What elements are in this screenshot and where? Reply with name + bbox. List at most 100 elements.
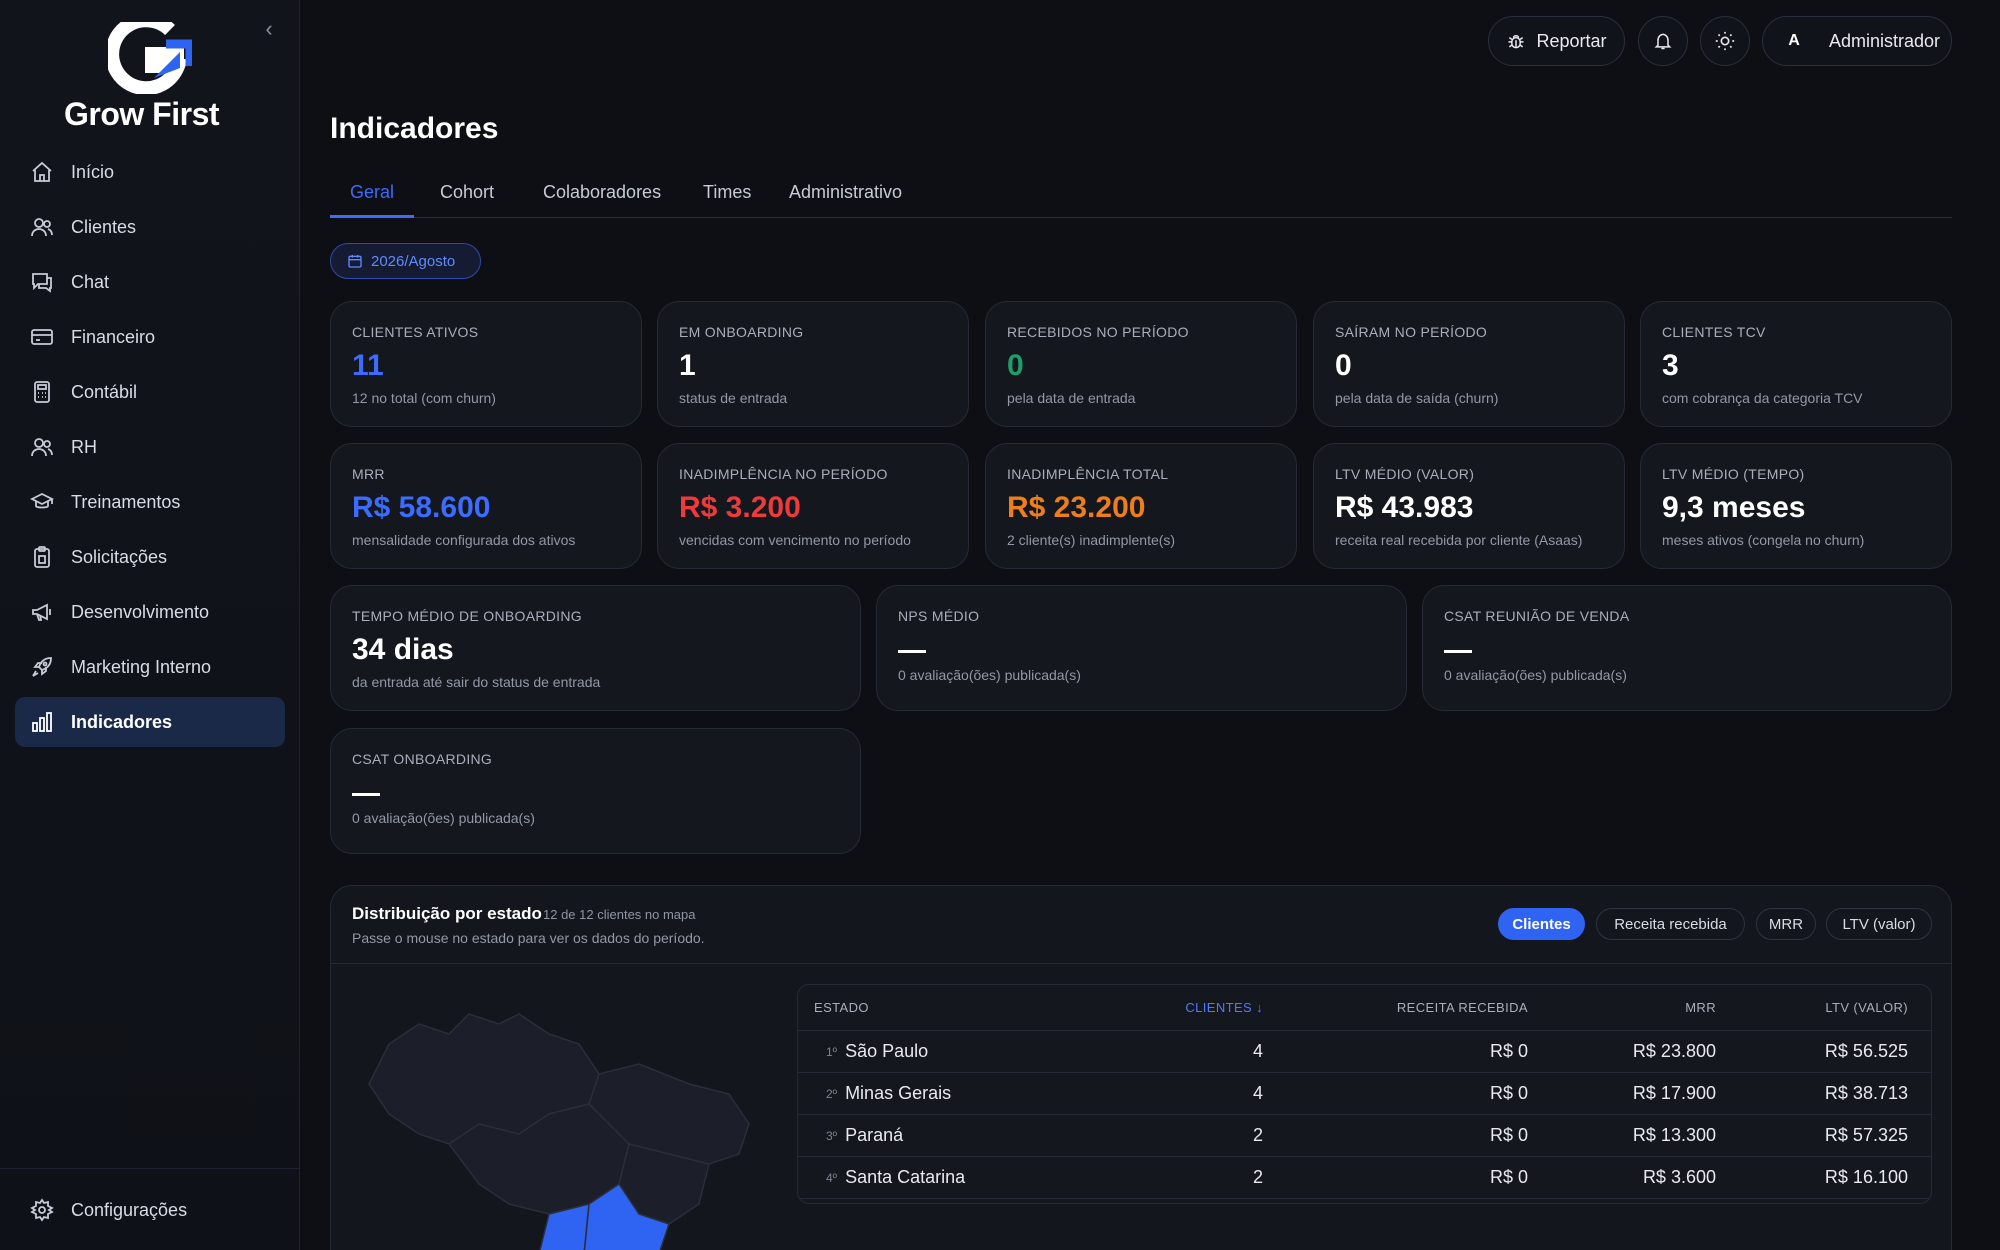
tab-colaboradores[interactable]: Colaboradores bbox=[523, 178, 681, 218]
tab-administrativo[interactable]: Administrativo bbox=[769, 178, 922, 218]
sidebar-item-label: Contábil bbox=[71, 381, 138, 402]
kpi-card-csat-onboarding: CSAT ONBOARDING 0 avaliação(ões) publica… bbox=[330, 728, 861, 854]
table-row[interactable]: 4º Santa Catarina 2 R$ 0 R$ 3.600 R$ 16.1… bbox=[798, 1157, 1931, 1199]
rank-label: 2º bbox=[826, 1086, 838, 1101]
sidebar-item-solicitacoes[interactable]: Solicitações bbox=[15, 532, 285, 582]
clientes-cell: 4 bbox=[1252, 1041, 1263, 1061]
calculator-icon bbox=[29, 379, 55, 405]
sidebar-item-clientes[interactable]: Clientes bbox=[15, 202, 285, 252]
kpi-subtitle: 12 no total (com churn) bbox=[352, 390, 496, 406]
brand-logo[interactable]: Grow First bbox=[60, 22, 240, 132]
sidebar-item-rh[interactable]: RH bbox=[15, 422, 285, 472]
kpi-value: 9,3 meses bbox=[1662, 491, 1806, 524]
sidebar-item-indicadores[interactable]: Indicadores bbox=[15, 697, 285, 747]
kpi-label: RECEBIDOS NO PERÍODO bbox=[1007, 324, 1189, 340]
metric-toggle-ltv[interactable]: LTV (valor) bbox=[1826, 908, 1932, 940]
kpi-label: CSAT REUNIÃO DE VENDA bbox=[1444, 608, 1630, 624]
graduation-cap-icon bbox=[29, 489, 55, 515]
kpi-card-ltv-tempo: LTV MÉDIO (TEMPO) 9,3 meses meses ativos… bbox=[1640, 443, 1952, 569]
report-button[interactable]: Reportar bbox=[1488, 16, 1625, 66]
sidebar-divider bbox=[0, 1168, 300, 1169]
growfirst-logo-icon bbox=[108, 22, 192, 94]
notifications-button[interactable] bbox=[1638, 16, 1688, 66]
kpi-label: CLIENTES ATIVOS bbox=[352, 324, 479, 340]
brazil-map[interactable] bbox=[349, 984, 789, 1250]
sidebar-item-configuracoes[interactable]: Configurações bbox=[15, 1185, 285, 1235]
kpi-value: 34 dias bbox=[352, 633, 454, 666]
rocket-icon bbox=[29, 654, 55, 680]
bell-icon bbox=[1653, 31, 1673, 51]
metric-toggle-clientes[interactable]: Clientes bbox=[1498, 908, 1585, 940]
tab-cohort[interactable]: Cohort bbox=[420, 178, 514, 218]
metric-toggle-receita[interactable]: Receita recebida bbox=[1596, 908, 1745, 940]
page-title: Indicadores bbox=[330, 112, 499, 145]
kpi-label: TEMPO MÉDIO DE ONBOARDING bbox=[352, 608, 582, 624]
panel-header: Distribuição por estado 12 de 12 cliente… bbox=[331, 886, 1951, 964]
kpi-label: MRR bbox=[352, 466, 385, 482]
brand-name: Grow First bbox=[64, 96, 220, 132]
sidebar-item-treinamentos[interactable]: Treinamentos bbox=[15, 477, 285, 527]
users-icon bbox=[29, 214, 55, 240]
kpi-subtitle: pela data de saída (churn) bbox=[1335, 390, 1499, 406]
sidebar-item-label: Treinamentos bbox=[71, 491, 181, 512]
ltv-cell: R$ 57.325 bbox=[1824, 1125, 1908, 1145]
tab-geral[interactable]: Geral bbox=[330, 178, 415, 218]
kpi-value: R$ 3.200 bbox=[679, 491, 801, 524]
empty-value-dash bbox=[898, 650, 926, 653]
col-receita[interactable]: RECEITA RECEBIDA bbox=[1298, 985, 1528, 1030]
collapse-sidebar-icon[interactable]: ‹ bbox=[258, 18, 280, 40]
sidebar-item-inicio[interactable]: Início bbox=[15, 147, 285, 197]
kpi-card-ltv-valor: LTV MÉDIO (VALOR) R$ 43.983 receita real… bbox=[1313, 443, 1625, 569]
sidebar-item-label: Configurações bbox=[71, 1199, 188, 1220]
sidebar-item-marketing-interno[interactable]: Marketing Interno bbox=[15, 642, 285, 692]
table-row[interactable]: 2º Minas Gerais 4 R$ 0 R$ 17.900 R$ 38.71… bbox=[798, 1073, 1931, 1115]
period-selector[interactable]: 2026/Agosto bbox=[330, 243, 481, 279]
mrr-cell: R$ 23.800 bbox=[1632, 1041, 1716, 1061]
sidebar: ‹ Grow First Início Clientes Chat Financ… bbox=[0, 0, 300, 1250]
receita-cell: R$ 0 bbox=[1489, 1041, 1528, 1061]
table-header: ESTADO CLIENTES ↓ RECEITA RECEBIDA MRR L… bbox=[798, 985, 1931, 1031]
kpi-card-inadimplencia-periodo: INADIMPLÊNCIA NO PERÍODO R$ 3.200 vencid… bbox=[657, 443, 969, 569]
tab-times[interactable]: Times bbox=[683, 178, 771, 218]
col-mrr[interactable]: MRR bbox=[1558, 985, 1716, 1030]
ltv-cell: R$ 16.100 bbox=[1824, 1167, 1908, 1187]
clientes-cell: 2 bbox=[1252, 1167, 1263, 1187]
kpi-card-clientes-ativos: CLIENTES ATIVOS 11 12 no total (com chur… bbox=[330, 301, 642, 427]
kpi-value: R$ 58.600 bbox=[352, 491, 491, 524]
kpi-card-tempo-onboarding: TEMPO MÉDIO DE ONBOARDING 34 dias da ent… bbox=[330, 585, 861, 711]
kpi-subtitle: 2 cliente(s) inadimplente(s) bbox=[1007, 532, 1176, 548]
kpi-value: R$ 23.200 bbox=[1007, 491, 1146, 524]
mrr-cell: R$ 3.600 bbox=[1642, 1167, 1716, 1187]
sidebar-item-chat[interactable]: Chat bbox=[15, 257, 285, 307]
rank-label: 3º bbox=[826, 1128, 838, 1143]
sidebar-item-desenvolvimento[interactable]: Desenvolvimento bbox=[15, 587, 285, 637]
kpi-label: LTV MÉDIO (TEMPO) bbox=[1662, 466, 1805, 482]
sidebar-item-label: Solicitações bbox=[71, 546, 168, 567]
table-row[interactable]: 3º Paraná 2 R$ 0 R$ 13.300 R$ 57.325 bbox=[798, 1115, 1931, 1157]
kpi-label: INADIMPLÊNCIA TOTAL bbox=[1007, 466, 1169, 482]
metric-toggle-mrr[interactable]: MRR bbox=[1756, 908, 1816, 940]
ltv-cell: R$ 56.525 bbox=[1824, 1041, 1908, 1061]
kpi-subtitle: mensalidade configurada dos ativos bbox=[352, 532, 576, 548]
people-icon bbox=[29, 434, 55, 460]
user-menu-button[interactable]: A Administrador bbox=[1762, 16, 1952, 66]
col-clientes[interactable]: CLIENTES ↓ bbox=[1098, 985, 1263, 1030]
kpi-subtitle: da entrada até sair do status de entrada bbox=[352, 674, 601, 690]
col-estado[interactable]: ESTADO bbox=[814, 985, 1014, 1030]
calendar-icon bbox=[347, 253, 363, 269]
clipboard-icon bbox=[29, 544, 55, 570]
sidebar-item-financeiro[interactable]: Financeiro bbox=[15, 312, 285, 362]
state-cell: 3º Paraná bbox=[826, 1115, 1126, 1156]
theme-toggle-button[interactable] bbox=[1700, 16, 1750, 66]
kpi-card-inadimplencia-total: INADIMPLÊNCIA TOTAL R$ 23.200 2 cliente(… bbox=[985, 443, 1297, 569]
state-distribution-panel: Distribuição por estado 12 de 12 cliente… bbox=[330, 885, 1952, 1250]
kpi-subtitle: receita real recebida por cliente (Asaas… bbox=[1335, 532, 1583, 548]
table-row[interactable]: 1º São Paulo 4 R$ 0 R$ 23.800 R$ 56.525 bbox=[798, 1031, 1931, 1073]
kpi-subtitle: com cobrança da categoria TCV bbox=[1662, 390, 1863, 406]
sidebar-item-contabil[interactable]: Contábil bbox=[15, 367, 285, 417]
kpi-card-em-onboarding: EM ONBOARDING 1 status de entrada bbox=[657, 301, 969, 427]
sidebar-item-label: Clientes bbox=[71, 216, 137, 237]
period-label: 2026/Agosto bbox=[371, 252, 456, 270]
kpi-subtitle: pela data de entrada bbox=[1007, 390, 1136, 406]
col-ltv[interactable]: LTV (VALOR) bbox=[1738, 985, 1908, 1030]
